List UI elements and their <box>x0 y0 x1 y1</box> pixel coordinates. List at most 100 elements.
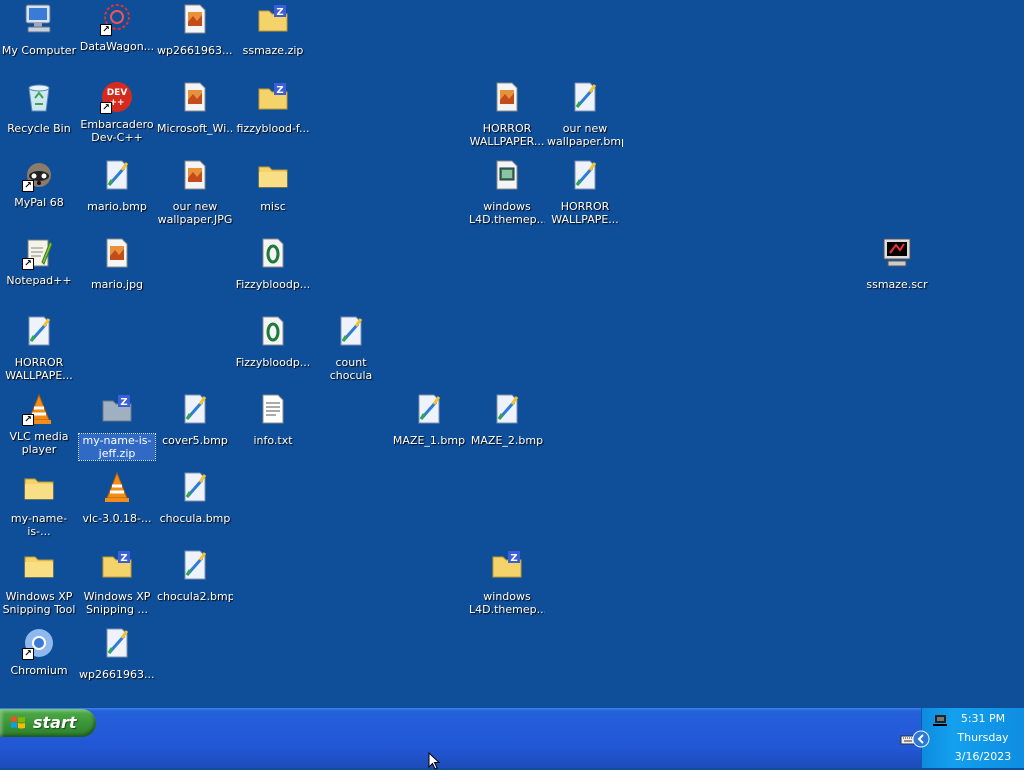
windows-l4d-theme-zip-icon[interactable]: Z windows L4D.themep... <box>468 548 546 626</box>
my-name-is-jeff-zip-icon[interactable]: Z my-name-is-jeff.zip <box>78 392 156 470</box>
bitmap-file-icon <box>340 316 363 346</box>
icon-label: count chocula smoking a ... <box>329 356 373 382</box>
icon-label: chocula2.bmp <box>157 590 233 603</box>
system-tray: 5:31 PM Thursday 3/16/2023 <box>900 708 1024 768</box>
fizzybloodp-2-icon[interactable]: Fizzybloodp... <box>234 314 312 392</box>
svg-text:Z: Z <box>510 553 517 564</box>
mario-bmp-icon[interactable]: mario.bmp <box>78 158 156 236</box>
icon-label: wp2661963.... <box>157 44 233 57</box>
chocula-bmp-icon[interactable]: chocula.bmp <box>156 470 234 548</box>
icon-label: chocula.bmp <box>159 512 231 525</box>
cover5-bmp-icon[interactable]: cover5.bmp <box>156 392 234 470</box>
embarcadero-devcpp-icon[interactable]: DEV ++ ↗ Embarcadero Dev-C++ <box>78 80 156 158</box>
icon-label: misc <box>260 200 286 213</box>
desktop[interactable]: My Computer Recycle Bin ↗ MyPal 68 ↗ Not… <box>0 0 1024 708</box>
icon-label: MAZE_1.bmp <box>392 434 466 447</box>
misc-folder-icon[interactable]: misc <box>234 158 312 236</box>
microsoft-wi-icon[interactable]: Microsoft_Wi... <box>156 80 234 158</box>
icon-label: our new wallpaper.bmp <box>547 122 623 148</box>
icon-label: VLC media player <box>9 430 69 456</box>
icon-label: HORROR WALLPAPER... <box>469 122 545 148</box>
horror-wallpaper-1-icon[interactable]: HORROR WALLPAPER... <box>468 80 546 158</box>
icon-label: Windows XP Snipping Tool <box>2 590 76 616</box>
vlc-media-player-icon[interactable]: ↗ VLC media player <box>0 392 78 470</box>
icon-label: HORROR WALLPAPE... <box>5 356 73 382</box>
jpeg-file-icon <box>496 82 518 112</box>
bitmap-file-icon <box>418 394 441 424</box>
clock-time[interactable]: 5:31 PM <box>942 712 1024 725</box>
vlc-cone-icon <box>105 471 129 502</box>
jpeg-file-icon <box>184 160 206 190</box>
fizzybloodp-1-icon[interactable]: Fizzybloodp... <box>234 236 312 314</box>
svg-text:Z: Z <box>120 397 127 408</box>
theme-file-icon <box>496 160 518 190</box>
my-computer-icon[interactable]: My Computer <box>0 2 78 80</box>
chromium-logo-icon: ↗ <box>22 626 56 660</box>
horror-wallpaper-3-icon[interactable]: HORROR WALLPAPE... <box>0 314 78 392</box>
bitmap-file-icon <box>496 394 519 424</box>
windows-flag-icon <box>11 716 25 729</box>
notepadpp-icon[interactable]: ↗ Notepad++ <box>0 236 78 314</box>
wp2661963-jpg-icon[interactable]: wp2661963.... <box>156 2 234 80</box>
mypal-icon[interactable]: ↗ MyPal 68 <box>0 158 78 236</box>
bitmap-file-icon <box>28 316 51 346</box>
notepad-plus-plus-icon: ↗ <box>22 236 56 270</box>
dev-cpp-icon: DEV ++ ↗ <box>100 80 134 114</box>
windows-l4d-theme-1-icon[interactable]: windows L4D.themep... <box>468 158 546 236</box>
my-name-is-folder-icon[interactable]: my-name-is-... <box>0 470 78 548</box>
start-label: start <box>33 713 77 732</box>
windows-xp-snipping-zip-icon[interactable]: Z Windows XP Snipping ... <box>78 548 156 626</box>
svg-text:Z: Z <box>276 7 283 18</box>
bitmap-file-icon <box>106 628 129 658</box>
icon-label: Windows XP Snipping ... <box>83 590 151 616</box>
vlc-installer-icon[interactable]: vlc-3.0.18-... <box>78 470 156 548</box>
icon-label: Fizzybloodp... <box>235 356 311 369</box>
opera-file-icon <box>262 238 284 268</box>
icon-label: info.txt <box>253 434 293 447</box>
icon-label: fizzyblood-f... <box>236 122 310 135</box>
chromium-icon[interactable]: ↗ Chromium <box>0 626 78 704</box>
maze-1-bmp-icon[interactable]: MAZE_1.bmp <box>390 392 468 470</box>
icon-label: My Computer <box>1 44 77 57</box>
datawagon-icon[interactable]: ↗ DataWagon... <box>78 2 156 80</box>
mouse-pointer-icon <box>428 752 441 770</box>
show-hidden-icons-chevron-icon[interactable] <box>912 730 930 748</box>
chocula2-bmp-icon[interactable]: chocula2.bmp <box>156 548 234 626</box>
our-new-wallpaper-bmp-icon[interactable]: our new wallpaper.bmp <box>546 80 624 158</box>
icon-label: mario.bmp <box>87 200 147 213</box>
ssmaze-zip-icon[interactable]: Z ssmaze.zip <box>234 2 312 80</box>
bitmap-file-icon <box>574 160 597 190</box>
info-txt-icon[interactable]: info.txt <box>234 392 312 470</box>
icon-label: ssmaze.scr <box>866 278 928 291</box>
horror-wallpaper-2-icon[interactable]: HORROR WALLPAPE... <box>546 158 624 236</box>
taskbar: start 5:31 PM Thursday 3/16/2023 <box>0 708 1024 768</box>
windows-xp-snipping-tool-folder-icon[interactable]: Windows XP Snipping Tool <box>0 548 78 626</box>
zip-folder-icon: Z <box>102 551 132 578</box>
ssmaze-scr-icon[interactable]: ssmaze.scr <box>858 236 936 314</box>
clock-day: Thursday <box>957 731 1009 744</box>
mario-jpg-icon[interactable]: mario.jpg <box>78 236 156 314</box>
jpeg-file-icon <box>184 4 206 34</box>
folder-icon <box>24 556 54 578</box>
recycle-bin-icon[interactable]: Recycle Bin <box>0 80 78 158</box>
folder-icon <box>24 478 54 500</box>
icon-label: wp2661963.... <box>79 668 155 681</box>
icon-label: cover5.bmp <box>162 434 228 447</box>
wp2661963-bmp-icon[interactable]: wp2661963.... <box>78 626 156 704</box>
icon-label: windows L4D.themep... <box>469 590 545 616</box>
zip-folder-icon: Z <box>492 551 522 578</box>
our-new-wallpaper-jpg-icon[interactable]: our new wallpaper.JPG <box>156 158 234 236</box>
raccoon-icon: ↗ <box>22 158 56 192</box>
start-button[interactable]: start <box>0 709 96 737</box>
icon-label: vlc-3.0.18-... <box>82 512 152 525</box>
maze-2-bmp-icon[interactable]: MAZE_2.bmp <box>468 392 546 470</box>
icon-label: mario.jpg <box>90 278 144 291</box>
computer-icon <box>25 4 51 33</box>
count-chocula-icon[interactable]: count chocula smoking a ... <box>312 314 390 392</box>
icon-label: DataWagon... <box>79 40 155 53</box>
svg-text:Z: Z <box>120 553 127 564</box>
zip-folder-icon: Z <box>258 83 288 110</box>
zip-folder-icon: Z <box>102 395 132 422</box>
fizzyblood-zip-icon[interactable]: Z fizzyblood-f... <box>234 80 312 158</box>
icon-label: Fizzybloodp... <box>235 278 311 291</box>
